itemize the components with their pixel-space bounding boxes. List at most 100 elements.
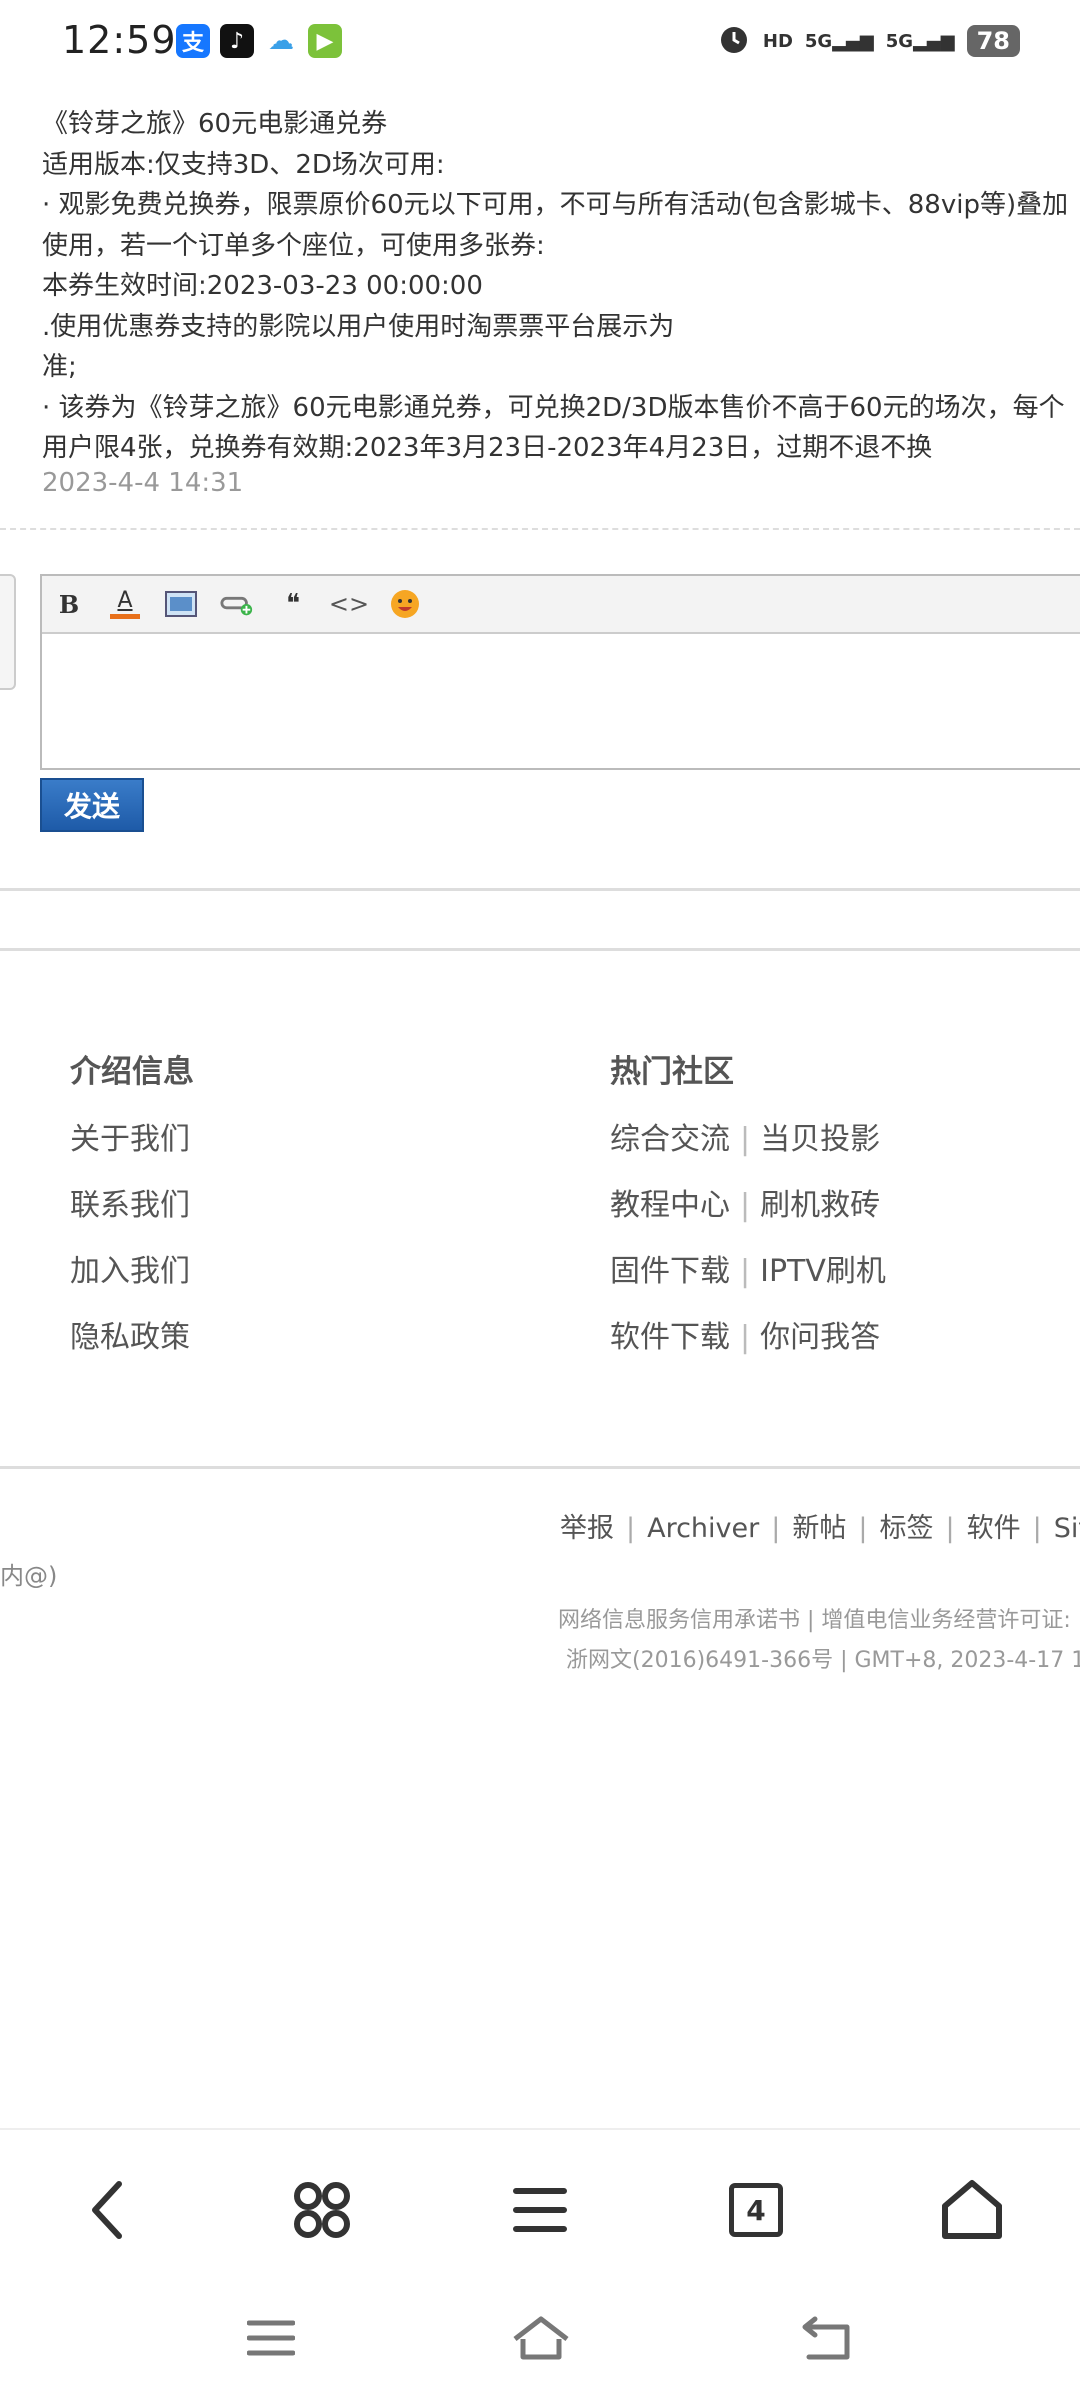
- footer-link[interactable]: 你问我答: [760, 1320, 880, 1355]
- signal-5g-icon: 5G▂▄▆: [804, 30, 874, 52]
- status-time: 12:59: [62, 18, 177, 62]
- footer-link[interactable]: 软件下载: [610, 1320, 730, 1355]
- signal-5g-2-label: 5G: [885, 30, 914, 52]
- separator: |: [740, 1320, 751, 1355]
- status-bar: 12:59 支 ♪ ☁ ▶ HD 5G▂▄▆ 5G▂▄▆ 78: [0, 0, 1080, 90]
- cloud-icon: ☁: [264, 24, 298, 58]
- separator: |: [740, 1188, 751, 1223]
- footer-link-privacy[interactable]: 隐私政策: [70, 1312, 194, 1356]
- footer-heading: 介绍信息: [70, 1054, 194, 1090]
- editor-toolbar: B A ❝ <>: [42, 576, 1080, 634]
- browser-toolbar: 4: [0, 2128, 1080, 2280]
- footer-link-contact[interactable]: 联系我们: [70, 1180, 194, 1224]
- post-body: 《铃芽之旅》60元电影通兑券 适用版本:仅支持3D、2D场次可用: · 观影免费…: [42, 104, 1080, 469]
- divider: [0, 888, 1080, 891]
- footer-link[interactable]: IPTV刷机: [760, 1254, 886, 1289]
- color-bar-icon: [110, 613, 140, 619]
- image-icon[interactable]: [164, 587, 198, 621]
- footer-link[interactable]: 当贝投影: [760, 1122, 880, 1157]
- back-button[interactable]: [68, 2170, 148, 2250]
- separator: |: [1032, 1513, 1042, 1544]
- signal-5g-2-icon: 5G▂▄▆: [885, 30, 955, 52]
- license-line: 浙网文(2016)6491-366号 | GMT+8, 2023-4-17 12…: [566, 1648, 1080, 1673]
- post-line: 准;: [42, 352, 77, 382]
- footer-community-column: 热门社区 综合交流 | 当贝投影 教程中心 | 刷机救砖 固件下载 | IPTV刷机 软件下…: [610, 1046, 886, 1356]
- separator: |: [626, 1513, 636, 1544]
- status-indicators: HD 5G▂▄▆ 5G▂▄▆ 78: [717, 22, 1020, 60]
- footer-community-row: 软件下载 | 你问我答: [610, 1312, 886, 1356]
- tabs-button[interactable]: 4: [716, 2170, 796, 2250]
- system-home-button[interactable]: [506, 2308, 576, 2368]
- post-line: 本券生效时间:2023-03-23 00:00:00: [42, 271, 483, 301]
- new-posts-link[interactable]: 新帖: [792, 1513, 846, 1544]
- footer-intro-column: 介绍信息 关于我们 联系我们 加入我们 隐私政策: [70, 1046, 194, 1356]
- signal-5g-label: 5G: [804, 30, 833, 52]
- separator: |: [740, 1254, 751, 1289]
- font-color-button[interactable]: A: [108, 587, 142, 621]
- footer-link-about[interactable]: 关于我们: [70, 1114, 194, 1158]
- reply-editor: B A ❝ <>: [40, 574, 1080, 770]
- post-line: · 观影免费兑换券，限票原价60元以下可用，不可与所有活动(包含影城卡、88vi…: [42, 190, 1069, 220]
- menu-icon: [513, 2188, 567, 2232]
- recents-icon: [247, 2320, 295, 2356]
- recents-button[interactable]: [236, 2308, 306, 2368]
- post-line: · 该券为《铃芽之旅》60元电影通兑券，可兑换2D/3D版本售价不高于60元的场…: [42, 392, 1065, 423]
- tab-count: 4: [729, 2183, 783, 2237]
- game-icon: ▶: [308, 24, 342, 58]
- footer-link[interactable]: 综合交流: [610, 1122, 730, 1157]
- system-back-icon: [802, 2316, 850, 2360]
- tags-link[interactable]: 标签: [879, 1513, 933, 1544]
- footer-link-join[interactable]: 加入我们: [70, 1246, 194, 1290]
- system-home-icon: [513, 2316, 569, 2360]
- license-line: 网络信息服务信用承诺书 | 增值电信业务经营许可证:: [558, 1608, 1071, 1633]
- system-nav-bar: [0, 2278, 1080, 2400]
- apps-icon: [294, 2182, 350, 2238]
- apps-button[interactable]: [282, 2170, 362, 2250]
- post-line: .使用优惠券支持的影院以用户使用时淘票票平台展示为: [42, 311, 675, 342]
- post-line: 用户限4张，兑换券有效期:2023年3月23日-2023年4月23日，过期不退不…: [42, 433, 933, 463]
- divider: [0, 528, 1080, 530]
- footer-link[interactable]: 固件下载: [610, 1254, 730, 1289]
- divider: [0, 948, 1080, 951]
- post-line: 《铃芽之旅》60元电影通兑券: [42, 109, 388, 139]
- battery-indicator: 78: [966, 25, 1020, 57]
- sitemap-link[interactable]: Siten: [1054, 1513, 1080, 1544]
- footer-community-row: 教程中心 | 刷机救砖: [610, 1180, 886, 1224]
- alipay-icon: 支: [176, 24, 210, 58]
- side-tab[interactable]: [0, 574, 16, 690]
- menu-button[interactable]: [500, 2170, 580, 2250]
- link-icon[interactable]: [220, 587, 254, 621]
- truncated-text: 内@): [0, 1562, 58, 1590]
- bold-button[interactable]: B: [52, 587, 86, 621]
- alarm-icon: [717, 22, 751, 60]
- divider: [0, 1466, 1080, 1469]
- post-line: 使用，若一个订单多个座位，可使用多张券:: [42, 230, 545, 261]
- code-icon[interactable]: <>: [329, 587, 369, 621]
- emoji-icon[interactable]: [388, 587, 422, 621]
- post-line: 适用版本:仅支持3D、2D场次可用:: [42, 149, 445, 180]
- footer-link[interactable]: 刷机救砖: [760, 1188, 880, 1223]
- footer-link[interactable]: 教程中心: [610, 1188, 730, 1223]
- footer-heading: 热门社区: [610, 1054, 734, 1090]
- separator: |: [771, 1513, 781, 1544]
- back-arrow-icon: [92, 2181, 122, 2239]
- home-button[interactable]: [932, 2170, 1012, 2250]
- report-link[interactable]: 举报: [560, 1513, 614, 1544]
- separator: |: [740, 1122, 751, 1157]
- footer-community-row: 固件下载 | IPTV刷机: [610, 1246, 886, 1290]
- send-button[interactable]: 发送: [40, 778, 144, 832]
- font-color-label: A: [117, 587, 133, 613]
- hd-icon: HD: [762, 30, 793, 52]
- bottom-links: 举报 | Archiver | 新帖 | 标签 | 软件 | Siten: [560, 1506, 1080, 1545]
- footer-community-row: 综合交流 | 当贝投影: [610, 1114, 886, 1158]
- reply-textarea[interactable]: [42, 634, 1080, 768]
- software-link[interactable]: 软件: [967, 1513, 1021, 1544]
- separator: |: [945, 1513, 955, 1544]
- separator: |: [858, 1513, 868, 1544]
- post-timestamp: 2023-4-4 14:31: [42, 468, 244, 498]
- home-icon: [942, 2180, 1002, 2239]
- quote-icon[interactable]: ❝: [276, 587, 310, 621]
- douyin-icon: ♪: [220, 24, 254, 58]
- archiver-link[interactable]: Archiver: [647, 1513, 759, 1544]
- system-back-button[interactable]: [792, 2308, 862, 2368]
